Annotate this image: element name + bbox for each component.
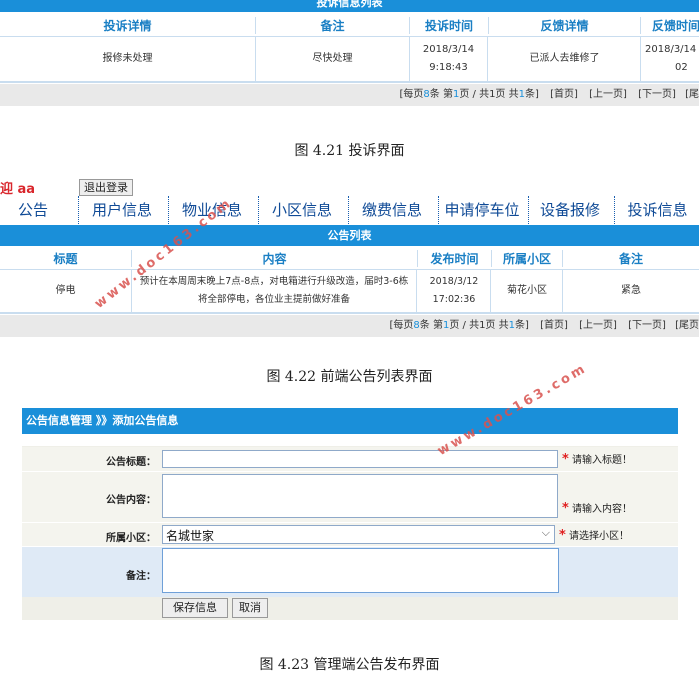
complaint-feedback-time-cell: 2018/3/14 9 02 [645,41,699,81]
nav-separator [528,196,529,224]
col-header-title: 标题 [0,250,132,267]
community-select[interactable]: 名城世家 ⌵ [162,525,555,544]
nav-user-info[interactable]: 用户信息 [80,196,164,224]
nav-payment-info[interactable]: 缴费信息 [350,196,434,224]
complaint-table-titlebar: 投诉信息列表 [0,0,699,12]
complaint-feedback-cell: 已派人去维修了 [489,37,641,81]
nav-repair[interactable]: 设备报修 [530,196,610,224]
col-header-feedback-time: 反馈时间 [651,19,699,33]
caption-fig-4-23: 图 4.23 管理端公告发布界面 [259,657,440,673]
col-header-remark: 备注 [256,17,410,34]
admin-form-header: 公告信息管理 》》添加公告信息 [22,408,678,434]
pager-prev-link[interactable]: [上一页] [585,89,631,100]
cancel-button[interactable]: 取消 [232,598,268,618]
required-star: * [562,501,569,516]
logout-button[interactable]: 退出登录 [79,179,133,196]
nav-separator [438,196,439,224]
community-select-value: 名城世家 [166,529,215,543]
pager-first-link[interactable]: [首页] [546,89,582,100]
notice-table-header: 标题 内容 发布时间 所属小区 备注 [0,247,699,270]
complaint-detail-cell: 报修未处理 [0,37,256,81]
caption-fig-4-22: 图 4.22 前端公告列表界面 [266,369,433,385]
feedback-time-line2: 02 [675,62,688,73]
complaint-pager: [每页8条 第1页 / 共1页 共1条] [首页] [上一页] [下一页] [尾 [0,84,699,106]
nav-separator [614,196,615,224]
col-header-time: 投诉时间 [410,17,489,34]
pager-info: [每页8条 第1页 / 共1页 共1条] [389,320,529,331]
welcome-text: 迎 aa [0,182,36,197]
pager-last-link[interactable]: [尾 [683,89,699,100]
content-textarea[interactable] [162,474,558,518]
notice-table-title: 公告列表 [327,229,372,242]
notice-community-cell: 菊花小区 [492,270,563,312]
nav-complaint[interactable]: 投诉信息 [616,196,699,224]
col-header-community: 所属小区 [492,250,563,267]
complaint-table-header: 投诉详情 备注 投诉时间 反馈详情 反馈时间 [0,14,699,37]
notice-pager: [每页8条 第1页 / 共1页 共1条] [首页] [上一页] [下一页] [尾… [0,315,699,337]
complaint-time-cell: 2018/3/14 9:18:43 [410,37,488,81]
nav-separator [78,196,79,224]
pager-next-link[interactable]: [下一页] [634,89,680,100]
complaint-remark-cell: 尽快处理 [256,37,410,81]
feedback-time-line1: 2018/3/14 9 [645,44,699,55]
notice-remark-cell: 紧急 [621,285,641,296]
required-star: * [562,452,569,467]
community-hint: * 请选择小区！ [559,528,629,543]
save-button[interactable]: 保存信息 [162,598,228,618]
pager-next-link[interactable]: [下一页] [624,320,670,331]
nav-community-info[interactable]: 小区信息 [260,196,344,224]
complaint-table-row: 报修未处理 尽快处理 2018/3/14 9:18:43 已派人去维修了 201… [0,37,699,83]
title-hint: * 请输入标题！ [562,452,632,467]
title-input[interactable] [162,450,558,468]
content-label: 公告内容： [106,495,156,506]
required-star: * [559,528,566,543]
content-hint: * 请输入内容！ [562,501,632,516]
title-label: 公告标题： [106,457,156,468]
nav-separator [258,196,259,224]
notice-content-cell: 预计在本周周末晚上7点-8点，对电箱进行升级改造，届时3-6栋将全部停电，各位业… [132,270,417,312]
nav-separator [348,196,349,224]
notice-table-titlebar: 公告列表 [0,225,699,246]
col-header-publish-time: 发布时间 [418,250,492,267]
pager-last-link[interactable]: [尾页 [673,320,699,331]
remark-textarea[interactable] [162,548,559,593]
col-header-detail: 投诉详情 [0,17,256,34]
pager-info: [每页8条 第1页 / 共1页 共1条] [399,89,539,100]
nav-notice[interactable]: 公告 [0,196,66,224]
col-header-feedback: 反馈详情 [489,17,641,34]
community-label: 所属小区： [106,533,156,544]
pager-first-link[interactable]: [首页] [536,320,572,331]
chevron-down-icon: ⌵ [541,526,550,539]
caption-fig-4-21: 图 4.21 投诉界面 [294,143,405,159]
pager-prev-link[interactable]: [上一页] [575,320,621,331]
nav-parking-apply[interactable]: 申请停车位 [440,196,524,224]
col-header-remark: 备注 [618,252,643,266]
remark-label: 备注： [126,571,156,582]
notice-time-cell: 2018/3/12 17:02:36 [418,270,491,312]
complaint-table-title: 投诉信息列表 [316,0,383,9]
nav-separator [168,196,169,224]
admin-breadcrumb: 公告信息管理 》》添加公告信息 [26,414,179,427]
